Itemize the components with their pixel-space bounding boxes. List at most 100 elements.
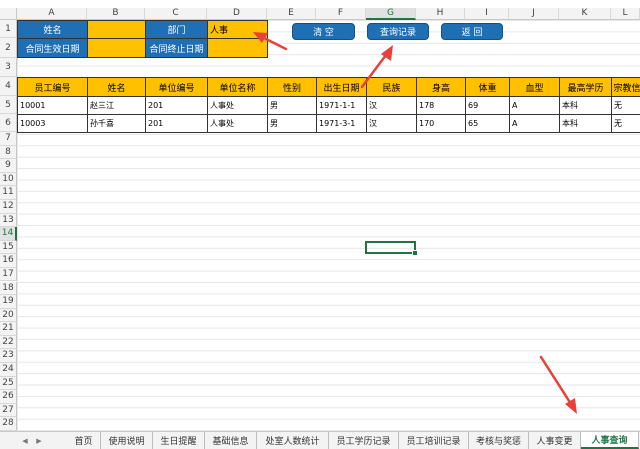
row-header-15[interactable]: 15 <box>0 240 17 255</box>
select-all-corner[interactable] <box>0 8 17 20</box>
row-header-11[interactable]: 11 <box>0 186 17 200</box>
name-input[interactable] <box>87 20 146 39</box>
prev-sheet-icon[interactable]: ◀ <box>18 432 32 449</box>
table-cell[interactable]: 无 <box>611 96 640 115</box>
table-cell[interactable]: 178 <box>416 96 466 115</box>
column-header-j[interactable]: J <box>509 8 559 20</box>
sheet-tab[interactable]: 员工学历记录 <box>329 432 399 449</box>
row-header-24[interactable]: 24 <box>0 363 17 377</box>
table-header-cell: 体重 <box>465 77 510 97</box>
row-header-5[interactable]: 5 <box>0 96 17 114</box>
column-header-l[interactable]: L <box>611 8 640 20</box>
table-header-cell: 姓名 <box>87 77 146 97</box>
sheet-tab[interactable]: 使用说明 <box>101 432 153 449</box>
sheet-tab[interactable]: 生日提醒 <box>153 432 205 449</box>
active-cell-g14[interactable] <box>365 241 418 256</box>
end-date-input[interactable] <box>207 38 268 58</box>
start-date-input[interactable] <box>87 38 146 58</box>
row-header-2[interactable]: 2 <box>0 38 17 58</box>
row-header-6[interactable]: 6 <box>0 114 17 132</box>
row-header-14[interactable]: 14 <box>0 227 17 241</box>
table-cell[interactable]: 本科 <box>559 114 612 133</box>
column-header-b[interactable]: B <box>87 8 145 20</box>
column-header-i[interactable]: I <box>465 8 509 20</box>
sheet-tab[interactable]: 考核与奖惩 <box>469 432 529 449</box>
table-cell[interactable]: 1971-3-1 <box>316 114 367 133</box>
table-cell[interactable]: A <box>509 114 560 133</box>
table-header-cell: 宗教信 <box>611 77 640 97</box>
table-cell[interactable]: 男 <box>267 114 317 133</box>
clear-button[interactable]: 清 空 <box>292 23 355 40</box>
table-cell[interactable]: 65 <box>465 114 510 133</box>
table-cell[interactable]: 1971-1-1 <box>316 96 367 115</box>
row-header-20[interactable]: 20 <box>0 308 17 323</box>
row-header-8[interactable]: 8 <box>0 145 17 160</box>
name-label: 姓名 <box>17 20 88 39</box>
sheet-tab-bar: ◀ ▶ 首页 使用说明 生日提醒 基础信息 处室人数统计 员工学历记录 员工培训记录 考核与奖… <box>0 431 640 449</box>
table-header-cell: 身高 <box>416 77 466 97</box>
column-header-a[interactable]: A <box>17 8 87 20</box>
next-sheet-icon[interactable]: ▶ <box>32 432 46 449</box>
table-header-cell: 最高学历 <box>559 77 612 97</box>
column-header-d[interactable]: D <box>207 8 267 20</box>
table-cell[interactable]: 69 <box>465 96 510 115</box>
row-header-12[interactable]: 12 <box>0 199 17 214</box>
table-cell[interactable]: 201 <box>145 114 208 133</box>
table-cell[interactable]: A <box>509 96 560 115</box>
row-header-25[interactable]: 25 <box>0 376 17 391</box>
sheet-tab[interactable]: 首页 <box>67 432 101 449</box>
row-header-27[interactable]: 27 <box>0 403 17 418</box>
table-cell[interactable]: 孙千喜 <box>87 114 146 133</box>
column-header-k[interactable]: K <box>559 8 611 20</box>
row-header-4[interactable]: 4 <box>0 77 17 96</box>
column-header-g[interactable]: G <box>366 8 416 20</box>
row-header-19[interactable]: 19 <box>0 295 17 309</box>
row-header-16[interactable]: 16 <box>0 254 17 268</box>
table-cell[interactable]: 201 <box>145 96 208 115</box>
sheet-tab[interactable]: 人事变更 <box>529 432 581 449</box>
query-records-button[interactable]: 查询记录 <box>367 23 429 40</box>
table-cell[interactable]: 10003 <box>17 114 88 133</box>
sheet-tab[interactable]: 基础信息 <box>205 432 257 449</box>
table-header-cell: 血型 <box>509 77 560 97</box>
table-cell[interactable]: 无 <box>611 114 640 133</box>
sheet-tab[interactable]: 人事查询 <box>581 432 639 449</box>
table-header-cell: 民族 <box>366 77 417 97</box>
sheet-tab[interactable]: 员工培训记录 <box>399 432 469 449</box>
table-cell[interactable]: 汉 <box>366 96 417 115</box>
table-header-cell: 出生日期 <box>316 77 367 97</box>
sheet-tab[interactable]: 处室人数统计 <box>257 432 329 449</box>
table-cell[interactable]: 170 <box>416 114 466 133</box>
table-cell[interactable]: 10001 <box>17 96 88 115</box>
row-header-17[interactable]: 17 <box>0 267 17 282</box>
row-header-26[interactable]: 26 <box>0 390 17 404</box>
back-button[interactable]: 返 回 <box>441 23 503 40</box>
table-cell[interactable]: 人事处 <box>207 114 268 133</box>
row-header-10[interactable]: 10 <box>0 172 17 187</box>
table-cell[interactable]: 本科 <box>559 96 612 115</box>
row-header-21[interactable]: 21 <box>0 322 17 336</box>
column-header-f[interactable]: F <box>316 8 366 20</box>
end-date-label: 合同终止日期 <box>145 38 208 58</box>
start-date-label: 合同生效日期 <box>17 38 88 58</box>
table-cell[interactable]: 人事处 <box>207 96 268 115</box>
row-header-7[interactable]: 7 <box>0 132 17 146</box>
row-header-23[interactable]: 23 <box>0 349 17 364</box>
row-header-3[interactable]: 3 <box>0 58 17 77</box>
table-cell[interactable]: 汉 <box>366 114 417 133</box>
row-header-28[interactable]: 28 <box>0 417 17 431</box>
row-header-22[interactable]: 22 <box>0 335 17 350</box>
row-header-18[interactable]: 18 <box>0 281 17 296</box>
dept-label: 部门 <box>145 20 208 39</box>
column-header-h[interactable]: H <box>416 8 465 20</box>
row-header-9[interactable]: 9 <box>0 159 17 173</box>
table-cell[interactable]: 赵三江 <box>87 96 146 115</box>
column-header-e[interactable]: E <box>267 8 316 20</box>
row-header-1[interactable]: 1 <box>0 20 17 38</box>
row-header-13[interactable]: 13 <box>0 213 17 228</box>
column-header-c[interactable]: C <box>145 8 207 20</box>
table-header-cell: 单位名称 <box>207 77 268 97</box>
dept-input[interactable]: 人事 <box>207 20 268 39</box>
table-header-cell: 员工编号 <box>17 77 88 97</box>
table-cell[interactable]: 男 <box>267 96 317 115</box>
